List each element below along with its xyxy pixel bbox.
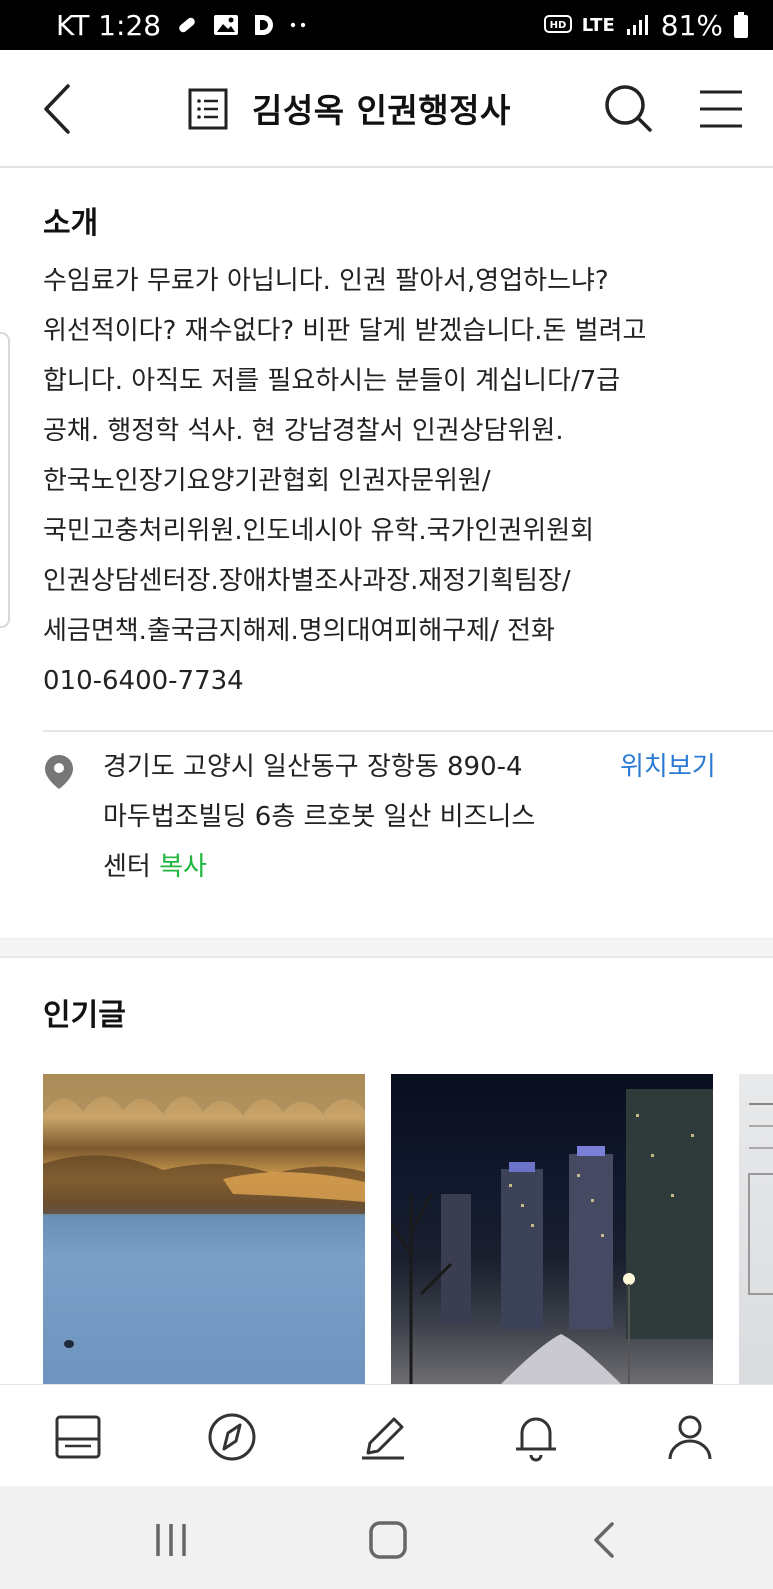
- address-line-last: 센터 복사: [103, 842, 603, 892]
- back-icon[interactable]: [40, 82, 80, 136]
- intro-line: 합니다. 아직도 저를 필요하시는 분들이 계십니다/7급: [43, 366, 621, 396]
- popular-post-thumbnail[interactable]: [43, 1074, 365, 1384]
- person-icon[interactable]: [664, 1411, 716, 1463]
- address-line: 센터: [103, 852, 151, 882]
- svg-text:HD: HD: [549, 20, 566, 31]
- status-right: HD LTE 81%: [543, 8, 749, 42]
- image-icon: [213, 13, 239, 37]
- compass-icon[interactable]: [206, 1411, 258, 1463]
- address-text: 경기도 고양시 일산동구 장항동 890-4 마두법조빌딩 6층 르호봇 일산 …: [103, 742, 603, 892]
- system-navigation: [0, 1486, 773, 1589]
- intro-line: 공채. 행정학 석사. 현 강남경찰서 인권상담위원.: [43, 416, 564, 446]
- network-type: LTE: [581, 14, 615, 36]
- more-dots-icon: [289, 21, 309, 29]
- pencil-icon[interactable]: [358, 1411, 410, 1463]
- back-nav-icon[interactable]: [584, 1518, 628, 1562]
- app-header: 김성옥 인권행정사: [0, 50, 773, 168]
- battery-percent: 81%: [660, 8, 723, 42]
- bell-icon[interactable]: [510, 1411, 562, 1463]
- thumb-night-city: [391, 1089, 713, 1384]
- recent-apps-icon[interactable]: [150, 1518, 194, 1562]
- home-icon[interactable]: [366, 1518, 410, 1562]
- popular-post-thumbnail[interactable]: [391, 1074, 713, 1384]
- status-left: KT 1:28: [56, 9, 309, 42]
- thumb-lake: [43, 1074, 365, 1348]
- divider: [43, 730, 773, 732]
- bottom-navigation: [0, 1384, 773, 1486]
- menu-icon[interactable]: [698, 88, 744, 130]
- document-list-icon: [188, 88, 228, 130]
- address-line: 경기도 고양시 일산동구 장항동 890-4: [103, 752, 523, 782]
- intro-line: 국민고충처리위원.인도네시아 유학.국가인권위원회: [43, 516, 595, 546]
- pill-icon: [175, 13, 199, 37]
- board-icon[interactable]: [53, 1411, 105, 1463]
- side-panel-edge[interactable]: [0, 332, 10, 628]
- intro-line: 위선적이다? 재수없다? 비판 달게 받겠습니다.돈 벌려고: [43, 316, 647, 346]
- status-bar: KT 1:28 HD LTE 81%: [0, 0, 773, 50]
- hd-icon: HD: [543, 14, 572, 36]
- page-title: 김성옥 인권행정사: [252, 91, 511, 130]
- section-separator: [0, 938, 773, 958]
- intro-line: 인권상담센터장.장애차별조사과장.재정기획팀장/: [43, 566, 571, 596]
- location-pin-icon: [44, 754, 74, 790]
- search-icon[interactable]: [604, 84, 654, 134]
- battery-icon: [733, 11, 749, 39]
- intro-line: 한국노인장기요양기관협회 인권자문위원/: [43, 466, 491, 496]
- popular-post-thumbnail[interactable]: [739, 1074, 773, 1384]
- intro-section: 소개 수임료가 무료가 아닙니다. 인권 팔아서,영업하느냐? 위선적이다? 재…: [0, 170, 773, 938]
- d-app-icon: [253, 13, 275, 37]
- popular-heading: 인기글: [43, 998, 126, 1033]
- carrier-time: KT 1:28: [56, 8, 162, 42]
- intro-line: 수임료가 무료가 아닙니다. 인권 팔아서,영업하느냐?: [43, 266, 609, 296]
- copy-address-link[interactable]: 복사: [159, 852, 207, 882]
- intro-line: 010-6400-7734: [43, 666, 244, 696]
- signal-icon: [625, 13, 651, 37]
- intro-line: 세금면책.출국금지해제.명의대여피해구제/ 전화: [43, 616, 555, 646]
- view-location-link[interactable]: 위치보기: [620, 742, 716, 792]
- intro-text: 수임료가 무료가 아닙니다. 인권 팔아서,영업하느냐? 위선적이다? 재수없다…: [43, 256, 733, 706]
- intro-heading: 소개: [43, 206, 99, 241]
- thumb-document: [748, 1103, 773, 1295]
- address-line: 마두법조빌딩 6층 르호봇 일산 비즈니스: [103, 802, 536, 832]
